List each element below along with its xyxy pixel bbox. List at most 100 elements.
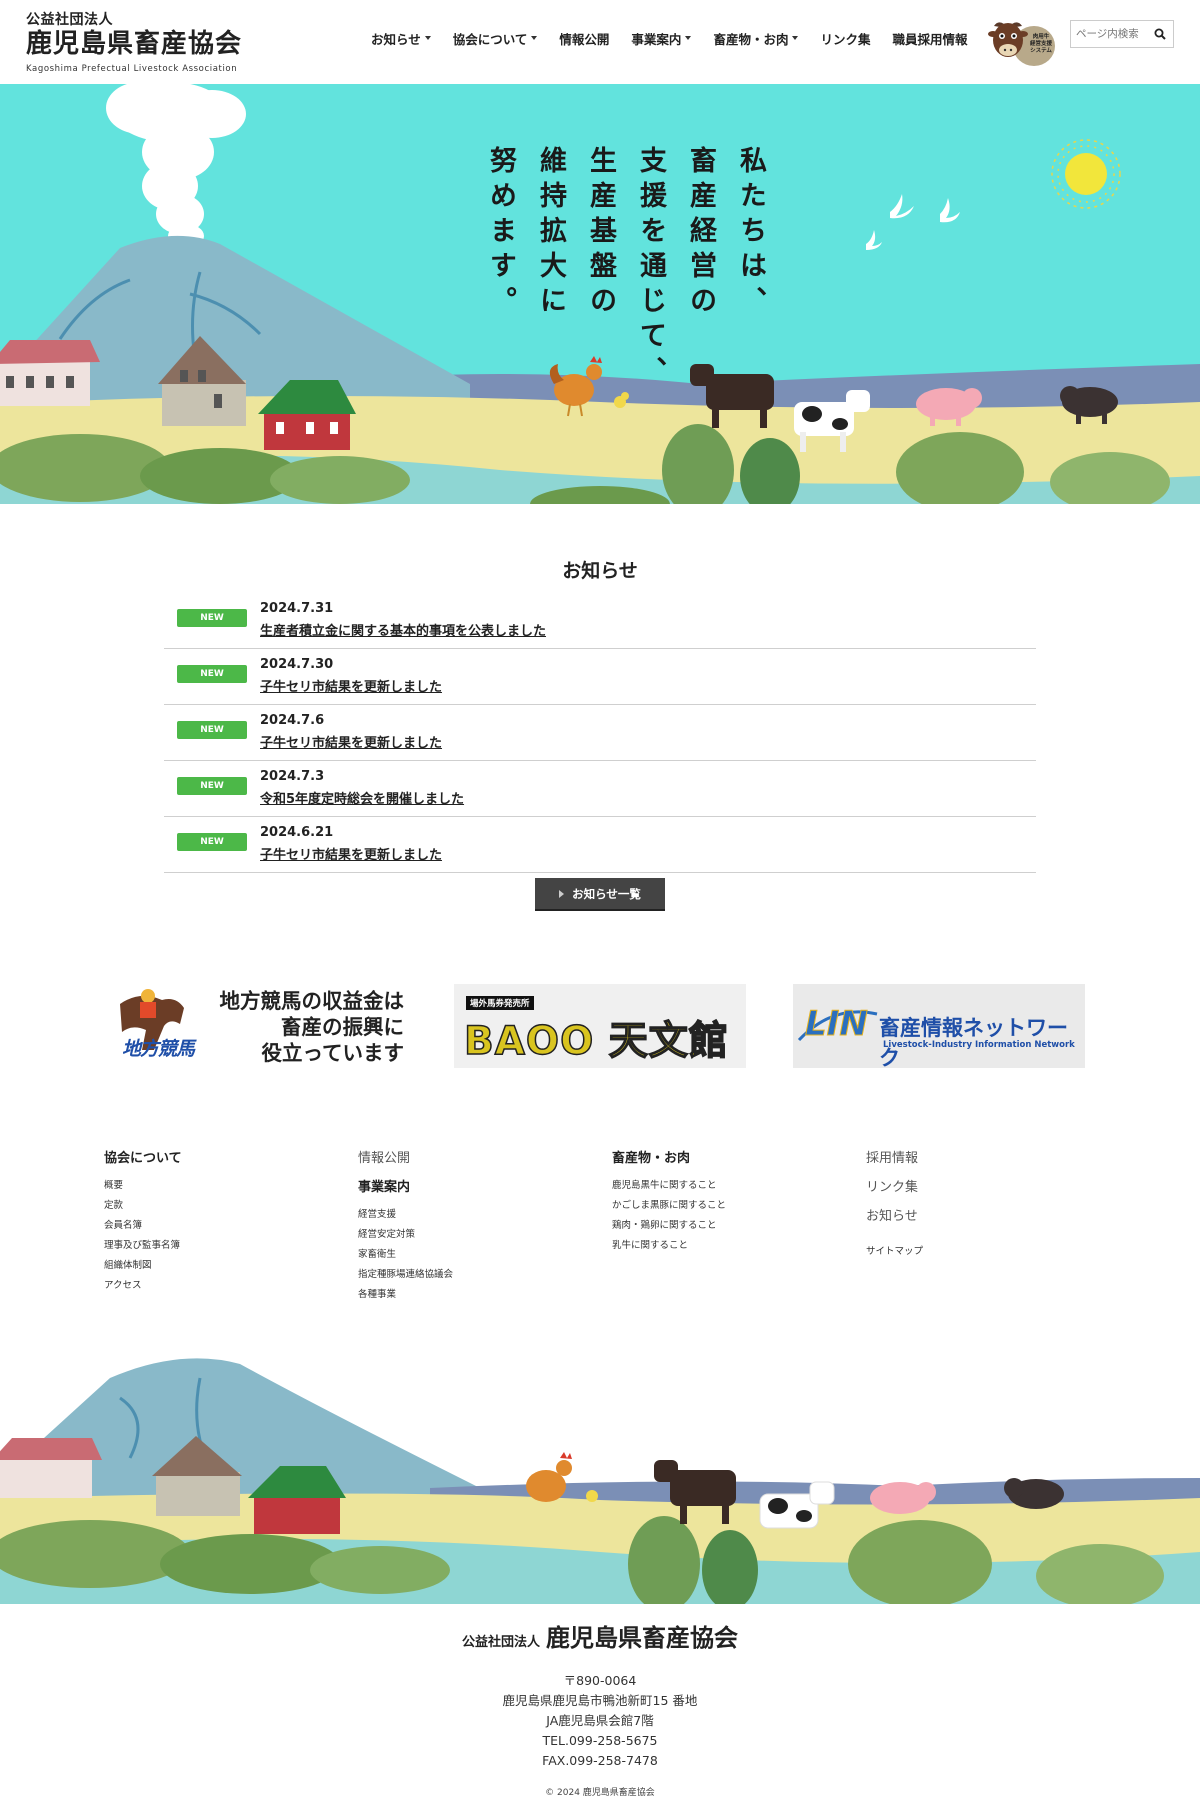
news-date: 2024.7.3 bbox=[260, 769, 325, 784]
copyright: © 2024 鹿児島県畜産協会 bbox=[545, 1788, 655, 1798]
footer-col-business: 情報公開 事業案内 経営支援 経営安定対策 家畜衛生 指定種豚場連絡協議会 各種… bbox=[358, 1147, 453, 1305]
footer-illustration bbox=[0, 1338, 1200, 1604]
nav-disclosure[interactable]: 情報公開 bbox=[548, 26, 620, 50]
address-line: 〒890-0064 bbox=[563, 1673, 637, 1688]
nav-about[interactable]: 協会について bbox=[442, 26, 549, 50]
news-link[interactable]: 令和5年度定時総会を開催しました bbox=[260, 788, 464, 807]
footer-link[interactable]: 定款 bbox=[104, 1196, 182, 1216]
tagline-column: 努めます。 bbox=[485, 146, 516, 321]
footer-head-products[interactable]: 畜産物・お肉 bbox=[612, 1147, 726, 1166]
banner-text-line: 畜産の振興に bbox=[281, 1015, 404, 1039]
search-input[interactable] bbox=[1071, 22, 1149, 46]
baoo-tenmonkan-banner[interactable]: 場外馬券発売所 BAOO 天文館 bbox=[454, 984, 746, 1068]
footer-link[interactable]: 会員名簿 bbox=[104, 1216, 182, 1236]
search-button[interactable] bbox=[1149, 22, 1171, 46]
volcano-smoke bbox=[106, 84, 246, 248]
chihou-keiba-banner[interactable]: 地方競馬 地方競馬の収益金は 畜産の振興に 役立っています bbox=[114, 984, 406, 1068]
news-link[interactable]: 子牛セリ市結果を更新しました bbox=[260, 676, 442, 695]
nav-business[interactable]: 事業案内 bbox=[620, 26, 702, 50]
fax-number: FAX.099-258-7478 bbox=[542, 1753, 658, 1768]
tagline-column: 私たちは、 bbox=[735, 146, 766, 321]
site-header: 公益社団法人 鹿児島県畜産協会 Kagoshima Prefectual Liv… bbox=[0, 0, 1200, 84]
banner-text-line: 役立っています bbox=[261, 1041, 404, 1065]
footer-address-block: 公益社団法人 鹿児島県畜産協会 〒890-0064 鹿児島県鹿児島市鴨池新町15 … bbox=[0, 1618, 1200, 1798]
footer-link[interactable]: 理事及び監事名簿 bbox=[104, 1236, 182, 1256]
news-link[interactable]: 子牛セリ市結果を更新しました bbox=[260, 844, 442, 863]
footer-link[interactable]: 経営安定対策 bbox=[358, 1225, 453, 1245]
nav-about-label: 協会について bbox=[452, 31, 528, 47]
footer-link[interactable]: 乳牛に関すること bbox=[612, 1236, 726, 1256]
arrow-right-icon bbox=[559, 889, 565, 898]
tagline-column: 維持拡大に bbox=[535, 146, 566, 321]
news-date: 2024.7.6 bbox=[260, 713, 325, 728]
cattle-management-system-badge[interactable]: 肉用牛 経営支援 システム bbox=[988, 18, 1060, 68]
site-search bbox=[1070, 20, 1174, 48]
lin-en-title: Livestock-Industry Information Network bbox=[883, 1040, 1075, 1050]
footer-link[interactable]: 鹿児島黒牛に関すること bbox=[612, 1176, 726, 1196]
footer-link[interactable]: 経営支援 bbox=[358, 1205, 453, 1225]
nav-links-label: リンク集 bbox=[820, 31, 871, 47]
caret-down-icon bbox=[685, 36, 692, 40]
nav-recruit-label: 職員採用情報 bbox=[892, 31, 968, 47]
footer-head-news[interactable]: お知らせ bbox=[866, 1205, 923, 1224]
phone-number[interactable]: TEL.099-258-5675 bbox=[0, 1731, 1200, 1751]
news-item: NEW 2024.7.31 生産者積立金に関する基本的事項を公表しました bbox=[164, 593, 1036, 649]
nav-links[interactable]: リンク集 bbox=[809, 26, 881, 50]
chihou-keiba-logo: 地方競馬 bbox=[122, 1038, 195, 1060]
footer-head-disclosure[interactable]: 情報公開 bbox=[358, 1147, 453, 1166]
address-line: JA鹿児島県会館7階 bbox=[546, 1713, 654, 1728]
footer-head-recruit[interactable]: 採用情報 bbox=[866, 1147, 923, 1166]
footer-link[interactable]: 概要 bbox=[104, 1176, 182, 1196]
footer-link[interactable]: アクセス bbox=[104, 1276, 182, 1296]
tagline-column: 畜産経営の bbox=[685, 146, 716, 321]
logo-org-type: 公益社団法人 bbox=[26, 12, 113, 28]
new-badge: NEW bbox=[177, 721, 247, 739]
nav-recruit[interactable]: 職員採用情報 bbox=[881, 26, 978, 50]
footer-link[interactable]: 各種事業 bbox=[358, 1285, 453, 1305]
tagline-column: 生産基盤の bbox=[585, 146, 616, 321]
footer-address: 〒890-0064 鹿児島県鹿児島市鴨池新町15 番地 JA鹿児島県会館7階 T… bbox=[0, 1671, 1200, 1771]
news-date: 2024.6.21 bbox=[260, 825, 334, 840]
badge-text-line: 経営支援 bbox=[1029, 41, 1052, 47]
news-link[interactable]: 子牛セリ市結果を更新しました bbox=[260, 732, 442, 751]
logo-org-name-en: Kagoshima Prefectual Livestock Associati… bbox=[26, 64, 238, 74]
news-list: NEW 2024.7.31 生産者積立金に関する基本的事項を公表しました NEW… bbox=[164, 593, 1036, 873]
footer-link[interactable]: 組織体制図 bbox=[104, 1256, 182, 1276]
search-icon bbox=[1154, 28, 1166, 40]
footer-link[interactable]: かごしま黒豚に関すること bbox=[612, 1196, 726, 1216]
footer-landscape bbox=[0, 1338, 1200, 1604]
address-line: 鹿児島県鹿児島市鴨池新町15 番地 bbox=[502, 1693, 698, 1708]
footer-link[interactable]: 鶏肉・鶏卵に関すること bbox=[612, 1216, 726, 1236]
news-list-button-label: お知らせ一覧 bbox=[572, 886, 641, 901]
nav-business-label: 事業案内 bbox=[631, 31, 682, 47]
nav-products-label: 畜産物・お肉 bbox=[713, 31, 789, 47]
nav-news[interactable]: お知らせ bbox=[360, 26, 442, 50]
footer-head-business[interactable]: 事業案内 bbox=[358, 1176, 453, 1195]
hero-tagline: 私たちは、 畜産経営の 支援を通じて、 生産基盤の 維持拡大に 努めます。 bbox=[482, 146, 768, 446]
nav-products[interactable]: 畜産物・お肉 bbox=[702, 26, 809, 50]
caret-down-icon bbox=[531, 36, 538, 40]
banner-text-line: 地方競馬の収益金は bbox=[219, 989, 405, 1013]
lin-network-banner[interactable]: LIN 畜産情報ネットワーク Livestock-Industry Inform… bbox=[793, 984, 1085, 1070]
caret-down-icon bbox=[792, 36, 799, 40]
footer-col-products: 畜産物・お肉 鹿児島黒牛に関すること かごしま黒豚に関すること 鶏肉・鶏卵に関す… bbox=[612, 1147, 726, 1256]
news-item: NEW 2024.7.6 子牛セリ市結果を更新しました bbox=[164, 705, 1036, 761]
nav-news-label: お知らせ bbox=[371, 31, 421, 47]
news-link[interactable]: 生産者積立金に関する基本的事項を公表しました bbox=[260, 620, 546, 639]
badge-text-line: 肉用牛 bbox=[1032, 34, 1050, 40]
footer-link[interactable]: 家畜衛生 bbox=[358, 1245, 453, 1265]
news-item: NEW 2024.7.30 子牛セリ市結果を更新しました bbox=[164, 649, 1036, 705]
footer-link-sitemap[interactable]: サイトマップ bbox=[866, 1242, 923, 1262]
seagulls bbox=[866, 194, 960, 250]
footer-head-about[interactable]: 協会について bbox=[104, 1147, 182, 1166]
tagline-column: 支援を通じて、 bbox=[635, 146, 666, 391]
footer-link[interactable]: 指定種豚場連絡協議会 bbox=[358, 1265, 453, 1285]
new-badge: NEW bbox=[177, 833, 247, 851]
site-logo[interactable]: 公益社団法人 鹿児島県畜産協会 Kagoshima Prefectual Liv… bbox=[26, 9, 256, 75]
sun bbox=[1051, 139, 1121, 209]
footer-org-type: 公益社団法人 bbox=[461, 1635, 540, 1650]
footer-head-links[interactable]: リンク集 bbox=[866, 1176, 923, 1195]
footer-org-name: 鹿児島県畜産協会 bbox=[546, 1624, 738, 1652]
news-date: 2024.7.30 bbox=[260, 657, 334, 672]
news-list-button[interactable]: お知らせ一覧 bbox=[535, 878, 665, 911]
